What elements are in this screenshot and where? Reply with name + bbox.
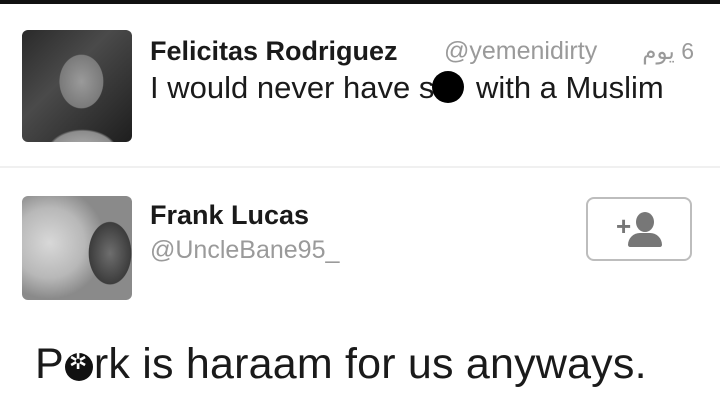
caption-text-end: rk is haraam for us anyways. xyxy=(93,340,647,388)
caption-text-start: P xyxy=(35,340,64,388)
user-shoulders-icon xyxy=(628,233,662,247)
author-handle[interactable]: @yemenidirty xyxy=(444,37,597,66)
plus-icon: + xyxy=(616,211,632,241)
tweet-card[interactable]: Felicitas Rodriguez @yemenidirty 6 يوم I… xyxy=(0,4,720,168)
suggested-user-avatar[interactable] xyxy=(22,196,132,300)
tweet-timestamp: 6 يوم xyxy=(642,38,694,64)
follow-button[interactable]: + xyxy=(586,197,692,261)
suggested-user-handle[interactable]: @UncleBane95_ xyxy=(150,236,339,265)
suggested-user-name[interactable]: Frank Lucas xyxy=(150,200,309,231)
censor-blob-icon xyxy=(64,350,93,381)
censor-dot-icon xyxy=(432,71,465,103)
divider xyxy=(0,166,720,168)
tweet-text: I would never have s with a Muslim xyxy=(150,70,664,106)
tweet-text-start: I would never have s xyxy=(150,70,435,105)
caption-text: Prk is haraam for us anyways. xyxy=(35,340,647,389)
tweet-text-end: with a Muslim xyxy=(467,70,664,105)
add-user-icon xyxy=(636,212,654,232)
author-name[interactable]: Felicitas Rodriguez xyxy=(150,36,398,67)
avatar[interactable] xyxy=(22,30,132,142)
